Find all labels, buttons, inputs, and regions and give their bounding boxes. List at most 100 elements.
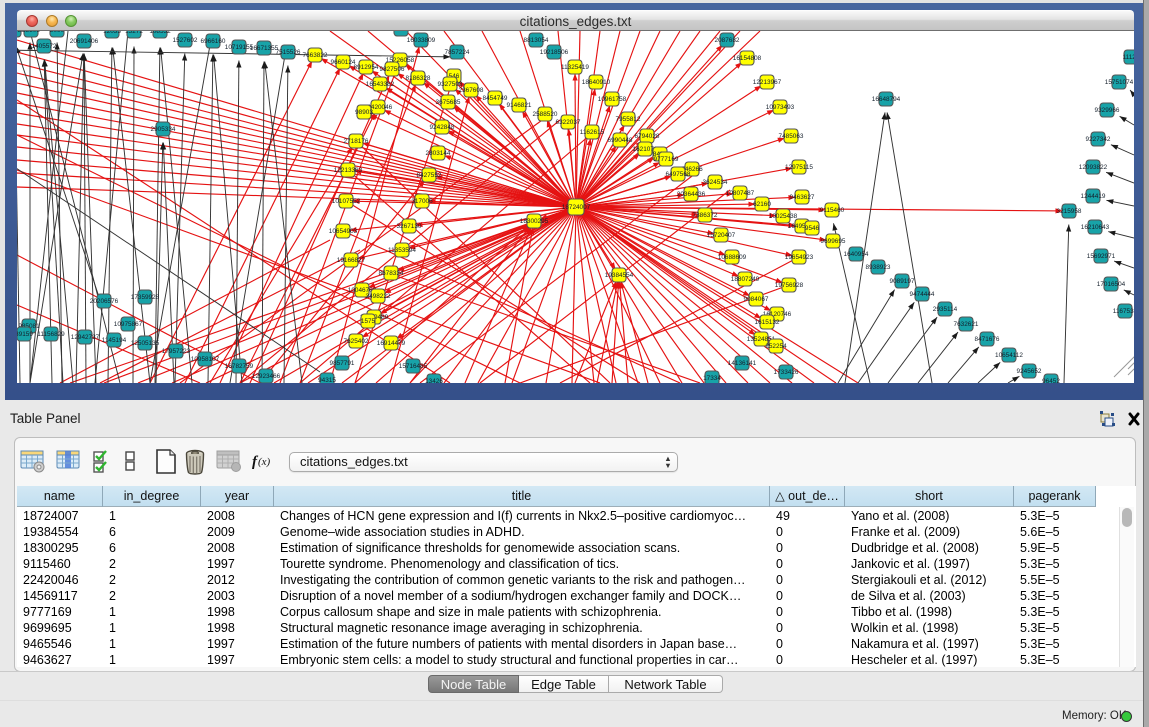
svg-text:98903: 98903 bbox=[355, 109, 373, 116]
svg-text:9827506: 9827506 bbox=[380, 66, 405, 73]
svg-text:17016504: 17016504 bbox=[1097, 281, 1126, 288]
svg-text:19654923: 19654923 bbox=[785, 254, 814, 261]
svg-text:1162615: 1162615 bbox=[580, 129, 605, 136]
svg-text:16914479: 16914479 bbox=[377, 340, 406, 347]
svg-text:14136141: 14136141 bbox=[728, 360, 757, 367]
svg-text:20691406: 20691406 bbox=[70, 38, 99, 45]
svg-text:16648794: 16648794 bbox=[872, 96, 901, 103]
svg-text:7386372: 7386372 bbox=[693, 212, 718, 219]
svg-text:12505135: 12505135 bbox=[131, 340, 160, 347]
svg-text:8471676: 8471676 bbox=[975, 336, 1000, 343]
svg-text:16671355: 16671355 bbox=[250, 45, 279, 52]
svg-text:9245652: 9245652 bbox=[1017, 368, 1042, 375]
svg-text:7955812: 7955812 bbox=[616, 116, 641, 123]
svg-text:6497568: 6497568 bbox=[666, 171, 691, 178]
svg-text:1640954: 1640954 bbox=[844, 251, 869, 258]
svg-text:2803144: 2803144 bbox=[426, 150, 451, 157]
svg-text:15692971: 15692971 bbox=[1087, 253, 1116, 260]
svg-text:7632621: 7632621 bbox=[954, 321, 979, 328]
svg-text:10973493: 10973493 bbox=[766, 104, 795, 111]
svg-text:11325419: 11325419 bbox=[561, 64, 589, 71]
svg-text:6794028: 6794028 bbox=[635, 133, 660, 140]
svg-text:3498222: 3498222 bbox=[366, 293, 391, 300]
svg-text:11156829: 11156829 bbox=[37, 331, 65, 338]
svg-text:12213383: 12213383 bbox=[334, 167, 363, 174]
svg-text:15751074: 15751074 bbox=[1105, 79, 1134, 86]
svg-text:8813054: 8813054 bbox=[524, 37, 549, 44]
svg-text:10958107: 10958107 bbox=[191, 356, 220, 363]
svg-text:317006: 317006 bbox=[411, 198, 433, 205]
svg-text:12975115: 12975115 bbox=[785, 164, 813, 171]
svg-text:8454749: 8454749 bbox=[483, 95, 508, 102]
svg-text:10654112: 10654112 bbox=[995, 352, 1023, 359]
svg-text:16782759: 16782759 bbox=[225, 363, 254, 370]
svg-text:19218506: 19218506 bbox=[540, 49, 569, 56]
svg-text:3675685: 3675685 bbox=[436, 99, 461, 106]
svg-text:15716485: 15716485 bbox=[399, 363, 428, 370]
svg-text:11123: 11123 bbox=[1123, 54, 1134, 61]
svg-text:9089197: 9089197 bbox=[890, 278, 915, 285]
svg-text:96452: 96452 bbox=[1042, 378, 1060, 383]
svg-text:9084067: 9084067 bbox=[744, 296, 769, 303]
svg-text:18640910: 18640910 bbox=[582, 79, 611, 86]
svg-text:20206576: 20206576 bbox=[90, 298, 119, 305]
svg-text:18300295: 18300295 bbox=[520, 218, 549, 225]
svg-text:16543382: 16543382 bbox=[366, 81, 395, 88]
svg-text:12033: 12033 bbox=[103, 31, 121, 35]
svg-text:15720407: 15720407 bbox=[707, 232, 736, 239]
svg-text:9546: 9546 bbox=[805, 225, 820, 232]
svg-text:12942737: 12942737 bbox=[71, 334, 100, 341]
svg-text:9699695: 9699695 bbox=[821, 238, 846, 245]
svg-text:20364436: 20364436 bbox=[677, 191, 706, 198]
svg-text:9329966: 9329966 bbox=[1095, 107, 1120, 114]
svg-text:19384554: 19384554 bbox=[605, 272, 634, 279]
svg-text:16154808: 16154808 bbox=[733, 55, 762, 62]
svg-text:19756928: 19756928 bbox=[775, 282, 804, 289]
svg-text:6966160: 6966160 bbox=[201, 38, 226, 45]
svg-text:1244419: 1244419 bbox=[1081, 193, 1106, 200]
svg-text:108532: 108532 bbox=[149, 31, 171, 35]
svg-text:252254: 252254 bbox=[765, 343, 787, 350]
svg-text:16210643: 16210643 bbox=[1081, 224, 1110, 231]
svg-text:12213967: 12213967 bbox=[753, 79, 782, 86]
svg-text:12093822: 12093822 bbox=[1079, 164, 1108, 171]
svg-text:9146821: 9146821 bbox=[507, 102, 532, 109]
svg-text:9474444: 9474444 bbox=[910, 291, 935, 298]
svg-text:8427552: 8427552 bbox=[417, 172, 442, 179]
svg-text:8912954: 8912954 bbox=[354, 64, 379, 71]
svg-text:8186328: 8186328 bbox=[406, 75, 431, 82]
svg-text:10961758: 10961758 bbox=[598, 96, 627, 103]
svg-text:62160: 62160 bbox=[753, 201, 771, 208]
svg-text:9115460: 9115460 bbox=[820, 207, 845, 214]
svg-text:7485063: 7485063 bbox=[779, 133, 804, 140]
svg-text:17334: 17334 bbox=[703, 375, 721, 382]
svg-text:2588520: 2588520 bbox=[533, 111, 558, 118]
svg-text:2935114: 2935114 bbox=[933, 306, 958, 313]
svg-text:3215958: 3215958 bbox=[1057, 208, 1082, 215]
svg-text:7625402: 7625402 bbox=[344, 338, 369, 345]
svg-text:1733426: 1733426 bbox=[774, 369, 799, 376]
svg-text:10688609: 10688609 bbox=[718, 254, 747, 261]
svg-text:16033809: 16033809 bbox=[407, 37, 436, 44]
svg-text:9857791: 9857791 bbox=[330, 360, 355, 367]
svg-text:10107552: 10107552 bbox=[332, 198, 361, 205]
svg-text:1575: 1575 bbox=[361, 318, 376, 325]
svg-text:10654903: 10654903 bbox=[329, 228, 358, 235]
svg-text:7663822: 7663822 bbox=[303, 52, 328, 59]
svg-text:9242848: 9242848 bbox=[430, 124, 455, 131]
svg-text:15272: 15272 bbox=[125, 31, 143, 35]
svg-text:165338: 165338 bbox=[390, 31, 412, 33]
svg-text:1145194: 1145194 bbox=[102, 337, 127, 344]
svg-text:94315: 94315 bbox=[318, 377, 336, 383]
svg-text:(x): (x) bbox=[258, 456, 271, 468]
svg-text:3267130: 3267130 bbox=[397, 223, 422, 230]
svg-text:9227342: 9227342 bbox=[1086, 136, 1111, 143]
svg-text:7515526: 7515526 bbox=[276, 49, 301, 56]
svg-text:17359928: 17359928 bbox=[131, 294, 160, 301]
svg-text:13503: 13503 bbox=[22, 31, 40, 34]
svg-text:2367608: 2367608 bbox=[459, 87, 484, 94]
svg-text:39159: 39159 bbox=[17, 331, 33, 338]
svg-text:1405572: 1405572 bbox=[32, 43, 57, 50]
svg-text:9660124: 9660124 bbox=[331, 59, 356, 66]
svg-text:18807249: 18807249 bbox=[731, 276, 760, 283]
